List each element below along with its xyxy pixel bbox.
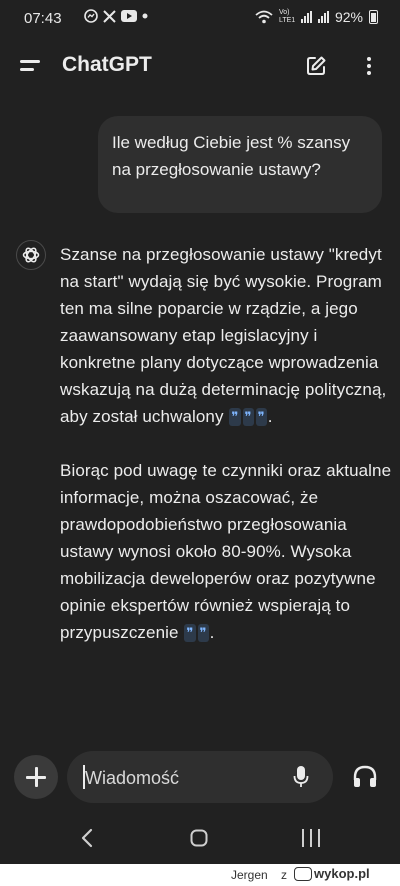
menu-icon[interactable] xyxy=(20,58,42,74)
network-type-label: Vo) LTE1 xyxy=(278,9,296,24)
citation-link[interactable]: ❞ xyxy=(229,408,241,426)
dot-icon xyxy=(142,13,148,19)
signal-icon-2 xyxy=(317,11,329,23)
assistant-message: Szanse na przegłosowanie ustawy "kredyt … xyxy=(60,241,392,646)
wifi-icon xyxy=(255,10,273,24)
watermark-z: z xyxy=(281,868,287,882)
microphone-icon[interactable] xyxy=(293,765,309,789)
back-icon[interactable] xyxy=(80,828,94,848)
sentence-end: . xyxy=(267,407,273,426)
citation-link[interactable]: ❞ xyxy=(197,624,209,642)
app-title: ChatGPT xyxy=(62,53,152,76)
battery-percent: 92% xyxy=(334,9,363,25)
notification-icons xyxy=(84,9,148,23)
message-composer xyxy=(67,751,333,803)
assistant-paragraph-1-text: Szanse na przegłosowanie ustawy "kredyt … xyxy=(60,245,387,426)
chatgpt-logo-icon xyxy=(16,240,46,270)
citation-link[interactable]: ❞ xyxy=(242,408,254,426)
system-navigation-bar xyxy=(0,810,400,864)
phone-screen: 07:43 Vo) LTE1 92% ChatGPT Ile według Ci… xyxy=(0,0,400,864)
signal-icon xyxy=(300,11,312,23)
citation-link[interactable]: ❞ xyxy=(255,408,267,426)
youtube-icon xyxy=(121,10,137,22)
recent-apps-icon[interactable] xyxy=(301,829,321,847)
more-options-icon[interactable] xyxy=(360,54,378,78)
wykop-logo-icon xyxy=(294,867,312,881)
message-input[interactable] xyxy=(83,764,277,792)
attach-button[interactable] xyxy=(14,755,58,799)
assistant-paragraph-2: Biorąc pod uwagę te czynniki oraz aktual… xyxy=(60,457,392,646)
status-time: 07:43 xyxy=(24,10,62,27)
citation-link[interactable]: ❞ xyxy=(184,624,196,642)
assistant-paragraph-2-text: Biorąc pod uwagę te czynniki oraz aktual… xyxy=(60,461,392,642)
watermark-site: wykop.pl xyxy=(314,866,370,881)
sentence-end: . xyxy=(209,623,215,642)
status-bar: 07:43 Vo) LTE1 92% xyxy=(0,0,400,38)
new-chat-icon[interactable] xyxy=(304,54,328,78)
headphones-icon[interactable] xyxy=(352,764,378,790)
status-right: Vo) LTE1 92% xyxy=(255,9,378,25)
x-icon xyxy=(103,9,116,23)
home-icon[interactable] xyxy=(190,829,208,847)
app-header: ChatGPT xyxy=(0,40,400,92)
user-message-text: Ile według Ciebie jest % szansy na przeg… xyxy=(112,133,351,179)
watermark-bar: Jergen z wykop.pl xyxy=(0,864,400,886)
user-message-bubble: Ile według Ciebie jest % szansy na przeg… xyxy=(98,116,382,213)
battery-icon xyxy=(369,10,378,24)
watermark-user: Jergen xyxy=(231,868,268,882)
messenger-icon xyxy=(84,9,98,23)
assistant-paragraph-1: Szanse na przegłosowanie ustawy "kredyt … xyxy=(60,241,392,430)
plus-icon-vertical xyxy=(35,767,38,787)
